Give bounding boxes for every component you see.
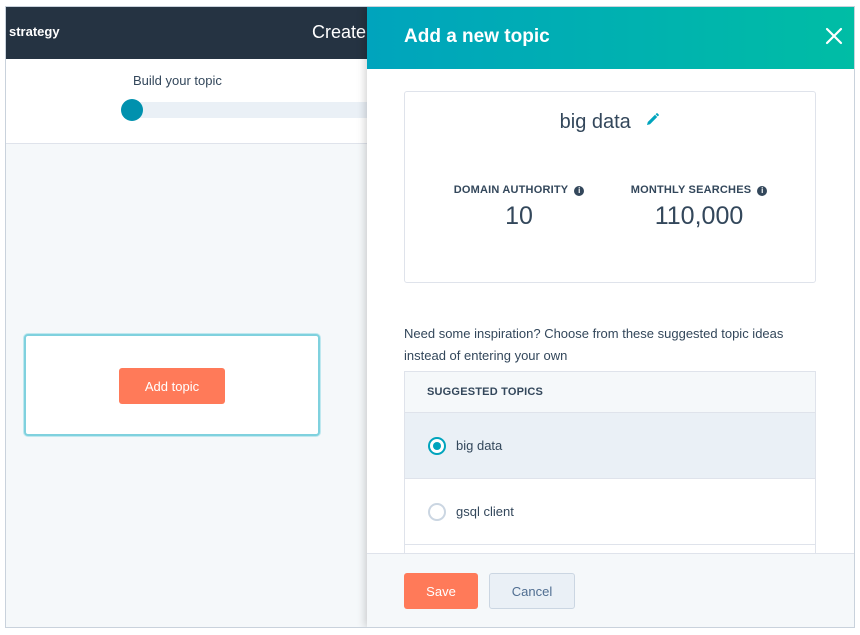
close-icon[interactable]	[823, 25, 845, 47]
app-window: strategy Create Build your topic Add top…	[5, 6, 855, 628]
radio-button-selected[interactable]	[428, 437, 446, 455]
new-topic-card: Add topic	[24, 334, 320, 436]
suggested-topics-table: SUGGESTED TOPICS big data gsql client	[404, 371, 816, 553]
cancel-button[interactable]: Cancel	[489, 573, 575, 609]
suggested-topic-label: big data	[456, 438, 503, 453]
domain-authority-value: 10	[505, 202, 533, 230]
app-name: strategy	[9, 24, 60, 39]
panel-header: Add a new topic	[367, 7, 854, 69]
save-button[interactable]: Save	[404, 573, 478, 609]
suggested-topics-header: SUGGESTED TOPICS	[405, 372, 815, 413]
topic-metrics-card: big data DOMAIN AUTHORITY i 10 MONTHLY S…	[404, 91, 816, 283]
monthly-searches-value: 110,000	[654, 202, 744, 230]
topic-name-row: big data	[405, 111, 815, 134]
panel-footer: Save Cancel	[367, 553, 854, 627]
panel-title: Add a new topic	[404, 26, 550, 47]
suggested-topic-label: gsql client	[456, 504, 514, 519]
domain-authority-metric: DOMAIN AUTHORITY i 10	[449, 184, 589, 231]
radio-button[interactable]	[428, 503, 446, 521]
add-topic-button[interactable]: Add topic	[119, 368, 225, 404]
panel-body: big data DOMAIN AUTHORITY i 10 MONTHLY S…	[367, 69, 854, 553]
info-icon[interactable]: i	[574, 186, 585, 196]
suggested-topic-row[interactable]: big data	[405, 413, 815, 479]
progress-step-indicator	[121, 99, 143, 121]
monthly-searches-metric: MONTHLY SEARCHES i 110,000	[629, 184, 769, 231]
suggested-topic-row[interactable]	[405, 545, 815, 553]
add-topic-panel: Add a new topic big data DOMAIN AUTHORIT…	[367, 7, 854, 627]
monthly-searches-label: MONTHLY SEARCHES	[630, 184, 752, 196]
page-title: Create	[312, 22, 367, 42]
inspiration-text: Need some inspiration? Choose from these…	[404, 326, 784, 363]
pencil-icon[interactable]	[644, 111, 660, 134]
suggested-topic-row[interactable]: gsql client	[405, 479, 815, 545]
progress-track	[126, 102, 386, 118]
topic-name: big data	[559, 111, 631, 133]
step-label-build-topic: Build your topic	[133, 73, 222, 88]
info-icon[interactable]: i	[757, 186, 768, 196]
domain-authority-label: DOMAIN AUTHORITY	[453, 184, 569, 196]
